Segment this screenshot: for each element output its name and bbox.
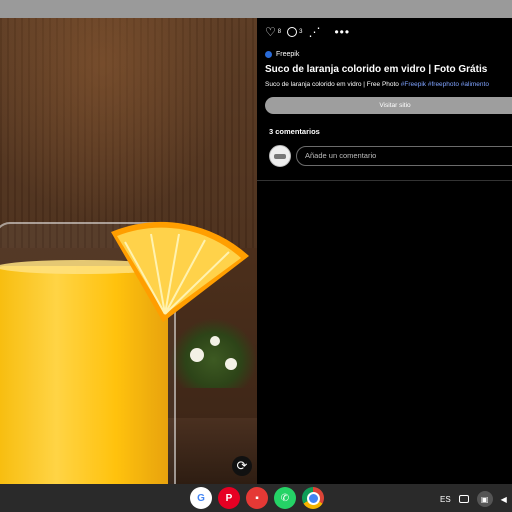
pin-description: Suco de laranja colorido em vidro | Free…: [265, 81, 489, 88]
hashtag-freephoto[interactable]: #freephoto: [428, 81, 459, 88]
like-button[interactable]: ♡ 8: [265, 26, 281, 38]
comments-header: 3 comentarios: [269, 127, 320, 136]
pinterest-app-icon[interactable]: P: [218, 487, 240, 509]
more-icon[interactable]: •••: [334, 26, 350, 38]
comment-count: 3: [299, 29, 303, 35]
share-icon[interactable]: ⋰: [308, 26, 320, 38]
avatar-logo: [274, 154, 286, 159]
comment-icon: [287, 27, 298, 37]
orange-slice: [111, 221, 249, 322]
pin-image[interactable]: ⟳: [0, 18, 257, 484]
google-app-icon[interactable]: G: [190, 487, 212, 509]
source-logo-icon: [265, 51, 272, 58]
pin-closeup: ⟳ ♡ 8 3 ⋰ ••• Freepik Suco de laranja co…: [0, 18, 512, 484]
keep-app-icon[interactable]: ▪: [246, 487, 268, 509]
hashtag-alimento[interactable]: #alimento: [461, 81, 489, 88]
keyboard-icon[interactable]: [458, 495, 469, 503]
comment-input[interactable]: Añade un comentario: [296, 146, 512, 166]
os-shelf: G P ▪ ✆ ES ▣ ◀: [0, 484, 512, 512]
hashtag-freepik[interactable]: #Freepik: [401, 81, 426, 88]
visit-site-button[interactable]: Visitar sitio: [265, 97, 512, 114]
source-row[interactable]: Freepik: [265, 51, 299, 58]
description-text: Suco de laranja colorido em vidro | Free…: [265, 81, 399, 88]
divider: [257, 180, 512, 181]
flower-decoration: [225, 358, 237, 370]
screen-capture-icon[interactable]: ▣: [476, 491, 493, 507]
heart-icon: ♡: [265, 25, 276, 39]
chrome-center: [306, 491, 320, 505]
window-top-strip: [0, 0, 512, 18]
like-count: 8: [277, 29, 282, 35]
visual-search-icon[interactable]: ⟳: [232, 456, 252, 476]
action-bar: ♡ 8 3 ⋰ •••: [265, 26, 350, 38]
avatar: [269, 145, 291, 167]
pin-title: Suco de laranja colorido em vidro | Foto…: [265, 64, 488, 75]
comment-button[interactable]: 3: [287, 27, 302, 37]
whatsapp-app-icon[interactable]: ✆: [274, 487, 296, 509]
language-indicator[interactable]: ES: [440, 495, 451, 504]
volume-icon[interactable]: ◀: [501, 495, 507, 504]
chrome-app-icon[interactable]: [302, 487, 324, 509]
pin-details: ♡ 8 3 ⋰ ••• Freepik Suco de laranja colo…: [257, 18, 512, 484]
app-dock: G P ▪ ✆: [190, 487, 324, 509]
system-tray[interactable]: ES ▣ ◀: [440, 491, 507, 507]
source-name: Freepik: [276, 51, 300, 58]
